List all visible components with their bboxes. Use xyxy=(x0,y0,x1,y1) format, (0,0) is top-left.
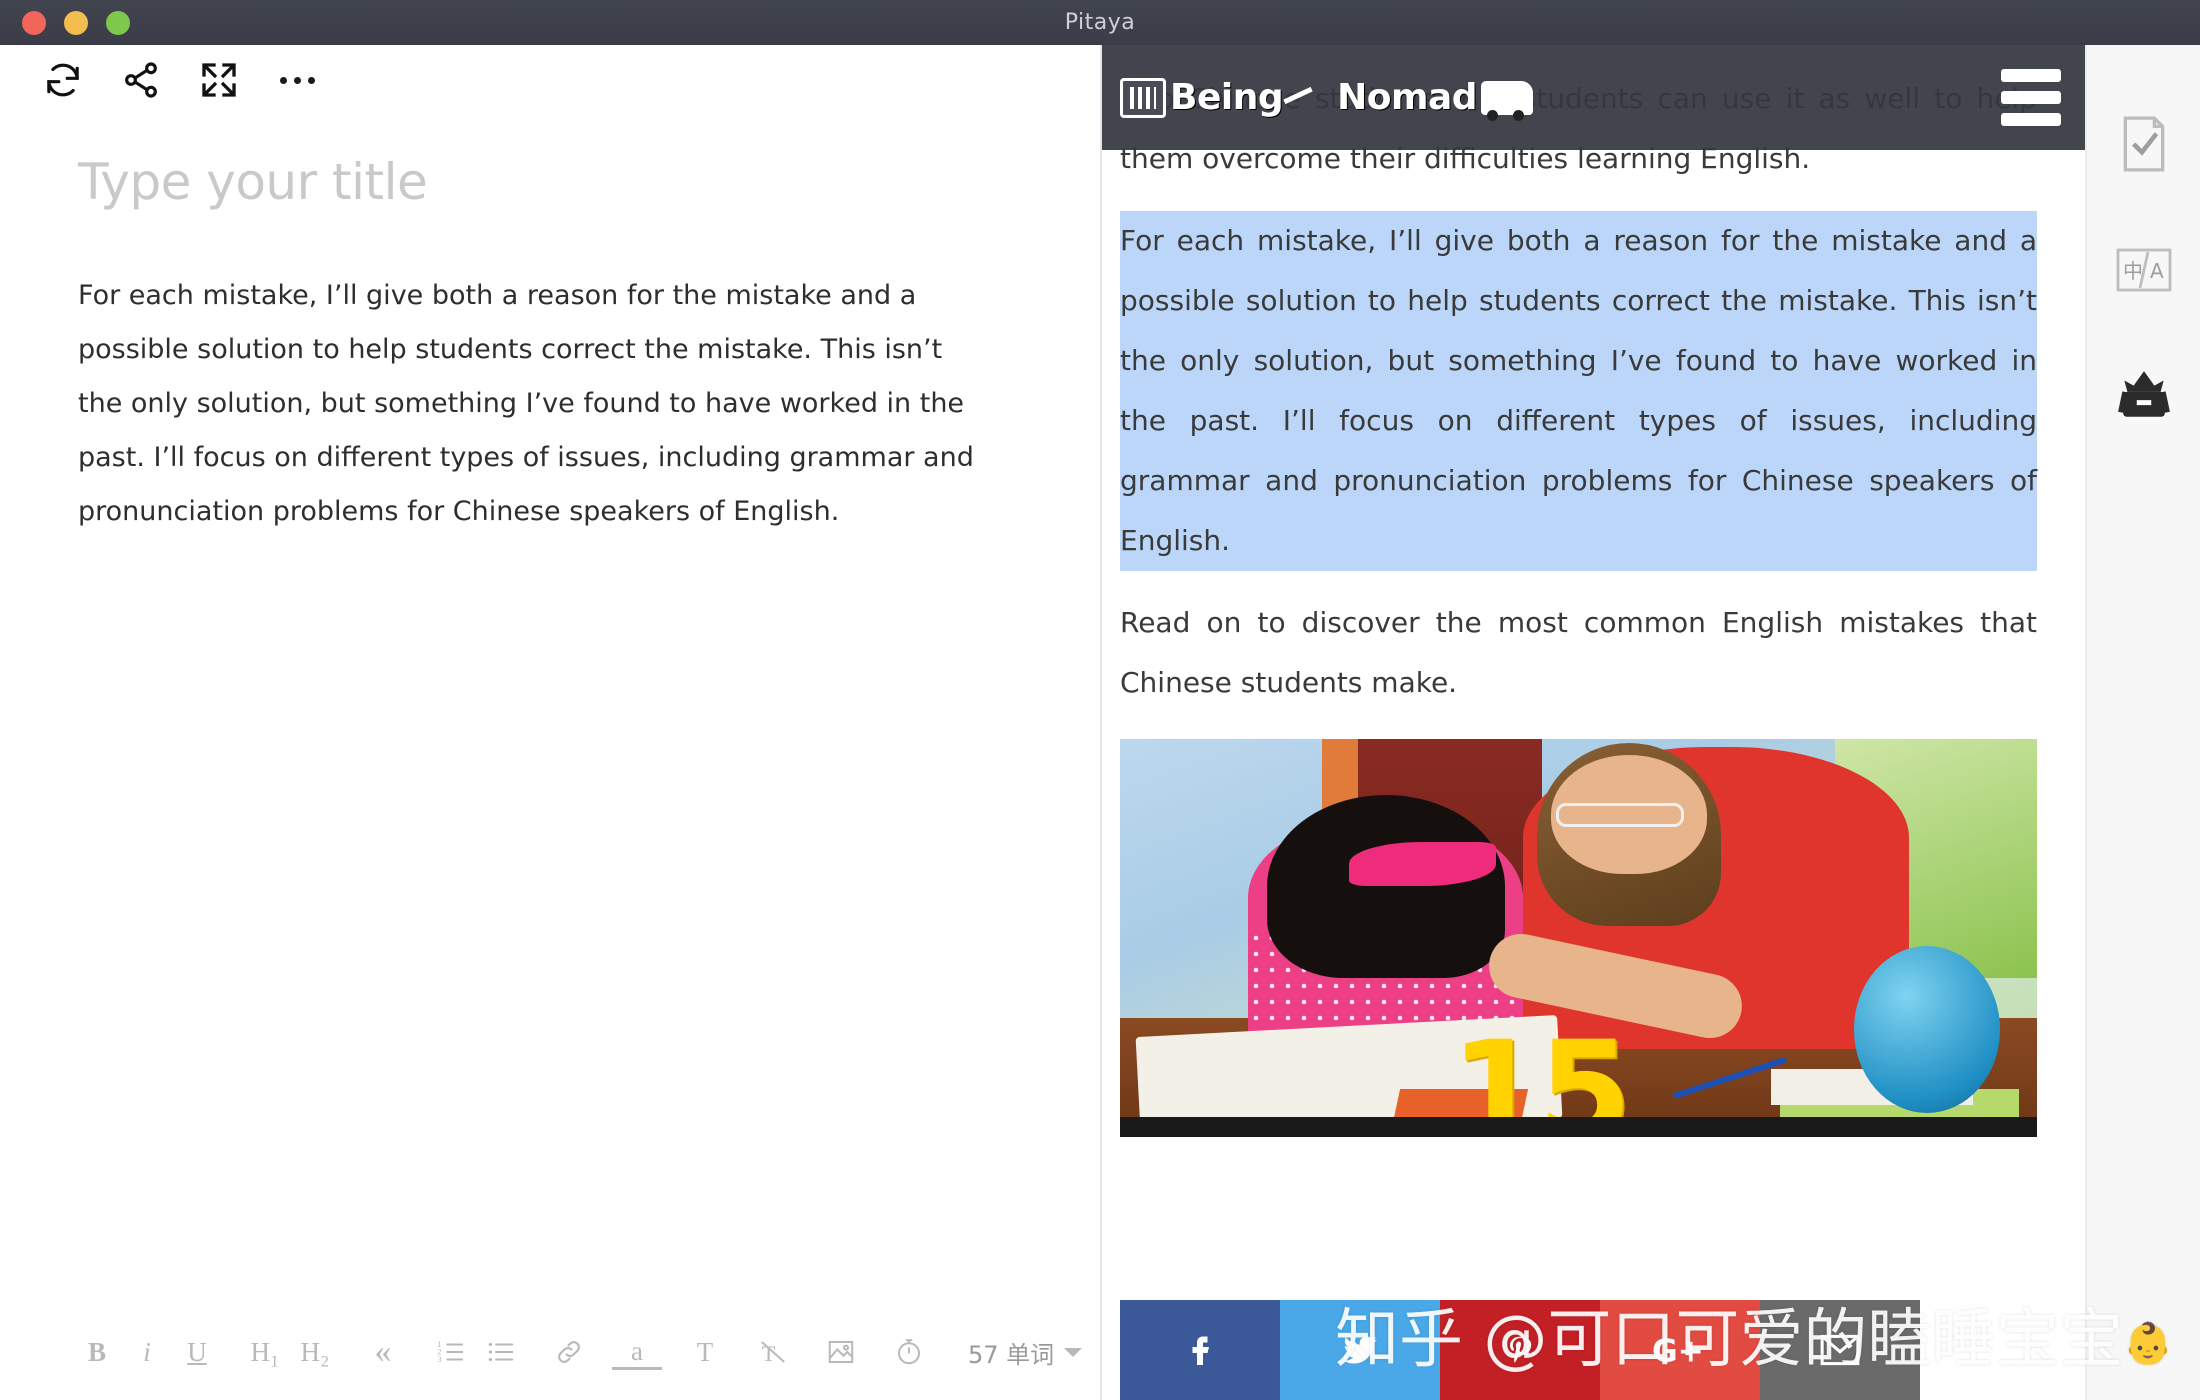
window-title: Pitaya xyxy=(1064,10,1136,35)
googleplus-share-button[interactable]: G+ xyxy=(1600,1300,1760,1400)
translate-icon[interactable]: 中 A xyxy=(2113,239,2175,301)
document-body-text[interactable]: For each mistake, I’ll give both a reaso… xyxy=(78,269,983,539)
document-title-placeholder[interactable]: Type your title xyxy=(78,153,1100,211)
hamburger-menu-icon[interactable] xyxy=(2001,69,2061,126)
article-photo: 15 xyxy=(1120,739,2037,1137)
twitter-share-button[interactable] xyxy=(1280,1300,1440,1400)
blockquote-button[interactable]: « xyxy=(358,1322,408,1382)
social-share-bar: G+ xyxy=(1120,1300,1920,1400)
preview-paragraph-selected[interactable]: For each mistake, I’ll give both a reaso… xyxy=(1120,211,2037,571)
underline-button[interactable]: U xyxy=(172,1322,222,1382)
proofread-icon[interactable] xyxy=(2113,113,2175,175)
more-icon[interactable] xyxy=(258,49,336,111)
text-style-button[interactable]: T xyxy=(680,1322,730,1382)
italic-button[interactable]: i xyxy=(122,1322,172,1382)
editor-toolbar xyxy=(0,45,1100,115)
word-count-label: 57 单词 xyxy=(968,1340,1055,1369)
suitcase-icon xyxy=(1120,77,1166,118)
app-window: Pitaya Type your title For each mistake,… xyxy=(0,0,2200,1400)
site-header-bar: Being Nomad xyxy=(1102,45,2085,150)
preview-pane: Being Nomad ...to Chinese students. But … xyxy=(1100,45,2085,1400)
link-button[interactable] xyxy=(544,1322,594,1382)
preview-paragraph-readon: Read on to discover the most common Engl… xyxy=(1120,606,2037,699)
word-count-selector[interactable]: 57 单词 xyxy=(968,1335,1083,1370)
clear-format-button[interactable]: T xyxy=(748,1322,798,1382)
site-logo[interactable]: Being Nomad xyxy=(1120,75,1534,121)
window-titlebar: Pitaya xyxy=(0,0,2200,45)
svg-text:G+: G+ xyxy=(1652,1334,1704,1370)
bold-button[interactable]: B xyxy=(72,1322,122,1382)
sync-icon[interactable] xyxy=(24,49,102,111)
share-icon[interactable] xyxy=(102,49,180,111)
logo-text-nomad: Nomad xyxy=(1337,77,1478,118)
svg-text:中: 中 xyxy=(2123,259,2143,283)
highlight-button[interactable]: a xyxy=(612,1334,662,1370)
caravan-icon xyxy=(1481,80,1534,121)
fullscreen-icon[interactable] xyxy=(180,49,258,111)
people-icon xyxy=(1283,75,1331,121)
svg-text:A: A xyxy=(2150,259,2164,283)
svg-text:3: 3 xyxy=(437,1354,442,1364)
archive-icon[interactable] xyxy=(2113,365,2175,427)
insert-image-button[interactable] xyxy=(816,1322,866,1382)
format-toolbar: B i U H₁ H₂ « 1 2 3 a T T 57 单词 xyxy=(0,1304,1100,1400)
heading1-button[interactable]: H₁ xyxy=(240,1322,290,1382)
editor-pane: Type your title For each mistake, I’ll g… xyxy=(0,45,1100,1400)
heading2-button[interactable]: H₂ xyxy=(290,1322,340,1382)
pinterest-share-button[interactable] xyxy=(1440,1300,1600,1400)
ordered-list-button[interactable]: 1 2 3 xyxy=(426,1322,476,1382)
facebook-share-button[interactable] xyxy=(1120,1300,1280,1400)
logo-text-being: Being xyxy=(1170,77,1284,118)
timer-button[interactable] xyxy=(884,1322,934,1382)
chevron-down-icon xyxy=(1064,1347,1083,1357)
right-icon-rail: 中 A xyxy=(2085,45,2200,1400)
bullet-list-button[interactable] xyxy=(476,1322,526,1382)
email-share-button[interactable] xyxy=(1760,1300,1920,1400)
